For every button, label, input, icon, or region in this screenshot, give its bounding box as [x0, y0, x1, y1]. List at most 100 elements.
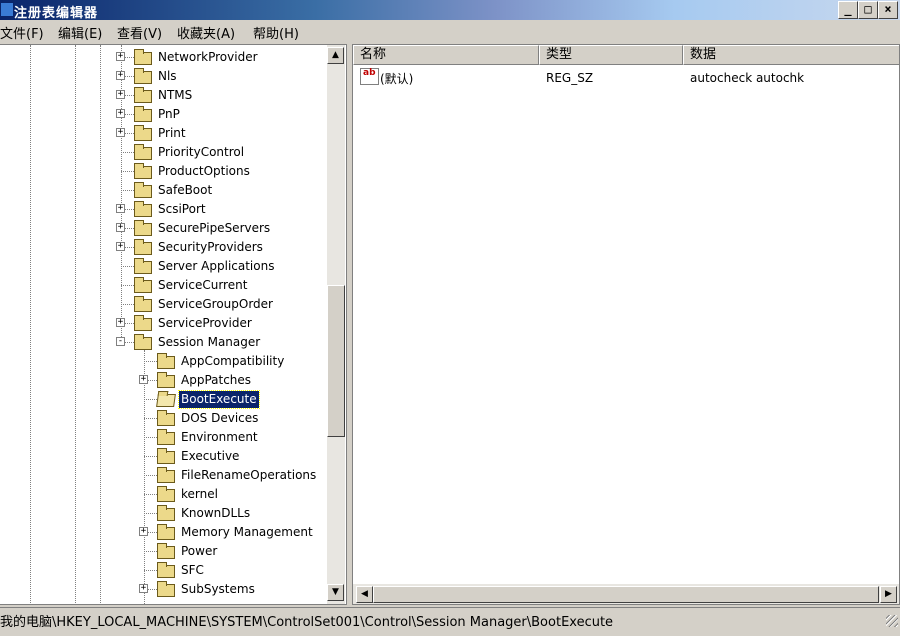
folder-icon — [134, 334, 152, 350]
expand-icon[interactable]: + — [116, 52, 125, 61]
list-scroll-right-button[interactable]: ▶ — [880, 586, 897, 603]
tree-node-label[interactable]: Executive — [179, 448, 241, 465]
column-header-name[interactable]: 名称 — [353, 45, 539, 65]
regedit-icon — [0, 2, 14, 17]
tree-connector — [144, 437, 157, 438]
tree-connector — [121, 266, 134, 267]
tree-node-label[interactable]: BootExecute — [178, 390, 260, 409]
expand-icon[interactable]: + — [116, 318, 125, 327]
value-row[interactable]: ab (默认) REG_SZ autocheck autochk — [353, 67, 893, 87]
value-data: autocheck autochk — [690, 71, 805, 85]
folder-icon — [134, 239, 152, 255]
tree-node-label[interactable]: SecurityProviders — [156, 239, 265, 256]
value-list-pane[interactable]: 名称 类型 数据 ab (默认) REG_SZ autocheck autoch… — [352, 44, 900, 605]
collapse-icon[interactable]: - — [116, 337, 125, 346]
column-header-type[interactable]: 类型 — [539, 45, 683, 65]
folder-icon — [157, 448, 175, 464]
status-key-path: 我的电脑\HKEY_LOCAL_MACHINE\SYSTEM\ControlSe… — [0, 615, 614, 630]
tree-node-label[interactable]: SFC — [179, 562, 206, 579]
expand-icon[interactable]: + — [116, 90, 125, 99]
tree-node-label[interactable]: ServiceProvider — [156, 315, 254, 332]
folder-icon — [134, 125, 152, 141]
tree-connector — [144, 456, 157, 457]
expand-icon[interactable]: + — [116, 128, 125, 137]
tree-node-label[interactable]: NTMS — [156, 87, 194, 104]
list-scroll-left-button[interactable]: ◀ — [356, 586, 373, 603]
tree-node-label[interactable]: Nls — [156, 68, 179, 85]
tree-node-label[interactable]: SubSystems — [179, 581, 257, 598]
tree-scroll-down-button[interactable]: ▼ — [327, 584, 344, 601]
folder-icon — [134, 163, 152, 179]
tree-node-label[interactable]: DOS Devices — [179, 410, 260, 427]
tree-node-label[interactable]: Power — [179, 543, 219, 560]
tree-node-label[interactable]: FileRenameOperations — [179, 467, 318, 484]
tree-node-label[interactable]: kernel — [179, 486, 220, 503]
expand-icon[interactable]: + — [116, 109, 125, 118]
folder-icon — [134, 182, 152, 198]
tree-node-label[interactable]: ProductOptions — [156, 163, 252, 180]
tree-node-label[interactable]: AppPatches — [179, 372, 253, 389]
folder-icon — [157, 353, 175, 369]
expand-icon[interactable]: + — [116, 223, 125, 232]
menu-edit[interactable]: 编辑(E) — [58, 23, 102, 42]
tree-connector — [121, 152, 134, 153]
tree-node-label[interactable]: SafeBoot — [156, 182, 214, 199]
expand-icon[interactable]: + — [116, 242, 125, 251]
tree-node-label[interactable]: Session Manager — [156, 334, 262, 351]
tree-connector — [144, 361, 157, 362]
maximize-button[interactable]: □ — [858, 1, 878, 19]
tree-connector — [144, 570, 157, 571]
menu-favorites[interactable]: 收藏夹(A) — [177, 23, 235, 42]
folder-icon — [157, 524, 175, 540]
tree-node-label[interactable]: ServiceGroupOrder — [156, 296, 275, 313]
folder-icon — [134, 296, 152, 312]
key-tree-pane[interactable]: + NetworkProvider + Nls + NTMS + PnP + Print Prior… — [0, 44, 347, 605]
folder-icon — [157, 410, 175, 426]
tree-node-label[interactable]: Print — [156, 125, 188, 142]
tree-node-label[interactable]: PnP — [156, 106, 182, 123]
tree-guide-line — [144, 350, 145, 604]
menu-view[interactable]: 查看(V) — [117, 23, 162, 42]
menu-file[interactable]: 文件(F) — [0, 23, 44, 42]
title-bar[interactable]: 注册表编辑器 _ □ × — [0, 0, 900, 21]
tree-guide-line — [100, 45, 101, 604]
folder-icon — [157, 372, 175, 388]
value-name: (默认) — [380, 72, 414, 86]
tree-connector — [144, 513, 157, 514]
minimize-button[interactable]: _ — [838, 1, 858, 19]
folder-icon — [134, 220, 152, 236]
close-button[interactable]: × — [878, 1, 898, 19]
tree-node-label[interactable]: AppCompatibility — [179, 353, 286, 370]
expand-icon[interactable]: + — [139, 375, 148, 384]
folder-icon — [134, 49, 152, 65]
tree-connector — [144, 494, 157, 495]
tree-connector — [121, 190, 134, 191]
tree-node-label[interactable]: SecurePipeServers — [156, 220, 272, 237]
folder-icon — [157, 543, 175, 559]
resize-grip[interactable] — [886, 615, 898, 627]
folder-icon — [134, 258, 152, 274]
tree-scroll-thumb[interactable] — [327, 285, 345, 437]
expand-icon[interactable]: + — [116, 71, 125, 80]
menu-bar: 文件(F) 编辑(E) 查看(V) 收藏夹(A) 帮助(H) — [0, 20, 900, 42]
menu-help[interactable]: 帮助(H) — [253, 23, 299, 42]
tree-node-label[interactable]: Memory Management — [179, 524, 315, 541]
tree-node-label[interactable]: KnownDLLs — [179, 505, 252, 522]
tree-scroll-up-button[interactable]: ▲ — [327, 47, 344, 64]
tree-node-label[interactable]: Environment — [179, 429, 260, 446]
list-scroll-thumb[interactable] — [373, 586, 879, 603]
expand-icon[interactable]: + — [139, 527, 148, 536]
expand-icon[interactable]: + — [116, 204, 125, 213]
tree-node-label[interactable]: ScsiPort — [156, 201, 208, 218]
tree-node-label[interactable]: NetworkProvider — [156, 49, 260, 66]
folder-icon — [134, 68, 152, 84]
expand-icon[interactable]: + — [139, 584, 148, 593]
tree-node-label[interactable]: PriorityControl — [156, 144, 246, 161]
folder-icon — [134, 106, 152, 122]
tree-node-label[interactable]: ServiceCurrent — [156, 277, 249, 294]
value-type: REG_SZ — [546, 71, 594, 85]
folder-icon — [157, 467, 175, 483]
folder-icon — [134, 201, 152, 217]
tree-node-label[interactable]: Server Applications — [156, 258, 276, 275]
column-header-data[interactable]: 数据 — [683, 45, 899, 65]
